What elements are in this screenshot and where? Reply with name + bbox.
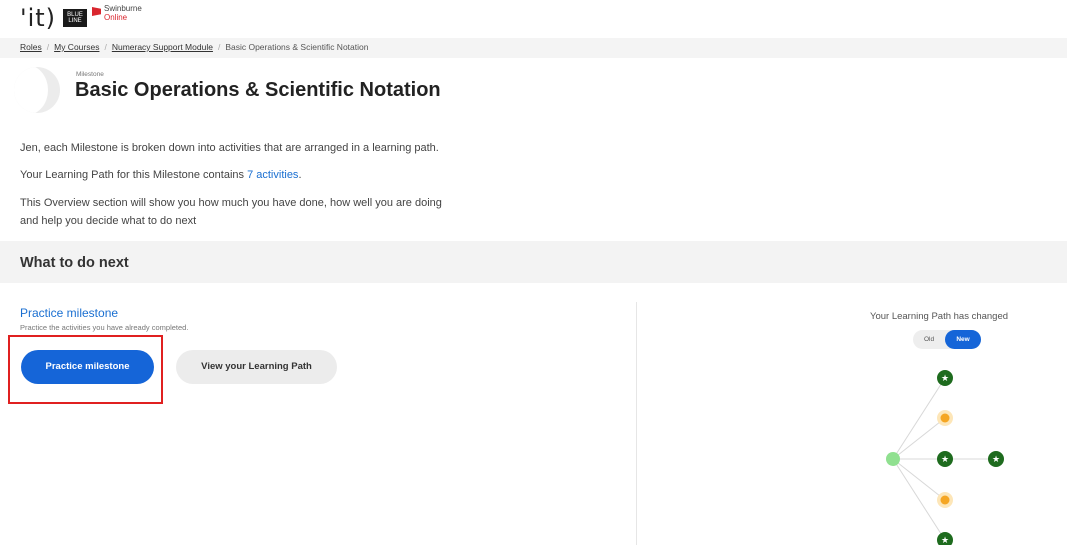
breadcrumb: Roles / My Courses / Numeracy Support Module… [20, 42, 368, 52]
completed-node[interactable]: ★ [937, 370, 953, 386]
toggle-new-option[interactable]: New [945, 330, 981, 349]
intro-line-4: and help you decide what to do next [20, 215, 197, 227]
what-to-do-next-header: What to do next [0, 241, 1067, 283]
breadcrumb-separator: / [46, 42, 50, 52]
logo-bar: 'it) BLUE LINE Swinburne Online [0, 0, 1067, 34]
milestone-eyebrow: Milestone [76, 71, 104, 78]
completed-node[interactable]: ★ [937, 451, 953, 467]
brand-name: Swinburne [104, 4, 142, 13]
brand-subtitle: Online [104, 13, 128, 22]
intro-line-2: Your Learning Path for this Milestone co… [20, 169, 302, 181]
completed-node[interactable]: ★ [988, 451, 1004, 467]
activities-link[interactable]: 7 activities [247, 169, 298, 181]
practice-milestone-button[interactable]: Practice milestone [21, 350, 154, 384]
intro-line-3: This Overview section will show you how … [20, 197, 442, 209]
breadcrumb-roles[interactable]: Roles [20, 42, 42, 52]
completed-node[interactable]: ★ [937, 532, 953, 545]
path-edge [892, 417, 946, 460]
toggle-old-option[interactable]: Old [913, 330, 945, 349]
path-edge [892, 458, 946, 501]
institution-logo: BLUE LINE [63, 9, 87, 27]
start-node [886, 452, 900, 466]
old-new-toggle: Old New [913, 330, 981, 349]
practice-milestone-link[interactable]: Practice milestone [20, 306, 118, 320]
intro-line-2-prefix: Your Learning Path for this Milestone co… [20, 169, 248, 181]
milestone-progress-icon [14, 67, 60, 113]
star-icon: ★ [941, 536, 949, 545]
breadcrumb-bar: Roles / My Courses / Numeracy Support Module… [0, 38, 1067, 58]
pending-node[interactable] [940, 495, 950, 505]
pending-node[interactable] [940, 413, 950, 423]
practice-milestone-description: Practice the activities you have already… [20, 323, 189, 332]
breadcrumb-my-courses[interactable]: My Courses [54, 42, 99, 52]
breadcrumb-module[interactable]: Numeracy Support Module [112, 42, 213, 52]
star-icon: ★ [941, 374, 949, 384]
intro-line-2-suffix: . [298, 169, 302, 181]
page-title: Basic Operations & Scientific Notation [75, 79, 441, 101]
section-title: What to do next [20, 255, 129, 271]
brand-flag-icon [92, 7, 101, 16]
breadcrumb-current: Basic Operations & Scientific Notation [225, 42, 369, 52]
star-icon: ★ [992, 455, 1000, 465]
breadcrumb-separator: / [217, 42, 221, 52]
intro-line-1: Jen, each Milestone is broken down into … [20, 142, 439, 154]
view-learning-path-button[interactable]: View your Learning Path [176, 350, 337, 384]
column-divider [636, 302, 637, 545]
star-icon: ★ [941, 455, 949, 465]
site-logo: 'it) [20, 4, 57, 32]
learning-path-changed-text: Your Learning Path has changed [870, 311, 1009, 322]
learning-path-graph: ★ ★ ★ ★ [886, 370, 1004, 545]
breadcrumb-separator: / [104, 42, 107, 52]
